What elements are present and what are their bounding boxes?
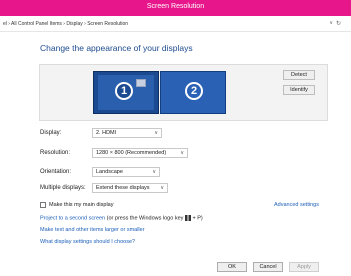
keyboard-icon xyxy=(136,79,146,87)
refresh-icon[interactable]: ↻ xyxy=(336,20,341,27)
identify-button[interactable]: Identify xyxy=(283,85,315,95)
monitor-2-number: 2 xyxy=(185,82,203,100)
main-display-label[interactable]: Make this my main display xyxy=(49,202,114,208)
breadcrumb[interactable]: el › All Control Panel Items › Display ›… xyxy=(3,21,128,27)
help-link[interactable]: What display settings should I choose? xyxy=(40,239,135,245)
multiple-displays-value: Extend these displays xyxy=(96,185,150,191)
chevron-down-icon: ∨ xyxy=(160,185,164,191)
orientation-value: Landscape xyxy=(96,169,123,175)
project-link[interactable]: Project to a second screen xyxy=(40,215,105,221)
cancel-button[interactable]: Cancel xyxy=(253,262,283,272)
display-select[interactable]: 2. HDMI ∨ xyxy=(92,128,162,138)
multiple-displays-label: Multiple displays: xyxy=(40,185,86,191)
resolution-value: 1280 × 800 (Recommended) xyxy=(96,150,167,156)
project-note-start: (or press the Windows logo key xyxy=(105,215,185,222)
address-bar[interactable]: el › All Control Panel Items › Display ›… xyxy=(0,18,351,32)
resolution-label: Resolution: xyxy=(40,150,71,156)
project-note-end: + P) xyxy=(190,215,203,222)
windows-logo-icon xyxy=(184,215,191,221)
orientation-select[interactable]: Landscape ∨ xyxy=(92,167,160,177)
monitor-1-number: 1 xyxy=(115,82,133,100)
monitor-1-number-text: 1 xyxy=(117,84,131,98)
chevron-down-icon: ∨ xyxy=(152,169,156,175)
multiple-displays-select[interactable]: Extend these displays ∨ xyxy=(92,183,168,193)
display-value: 2. HDMI xyxy=(96,130,117,136)
window-title: Screen Resolution xyxy=(146,3,205,10)
ok-button[interactable]: OK xyxy=(217,262,247,272)
address-dropdown-icon[interactable]: ∨ xyxy=(329,20,333,26)
main-display-checkbox[interactable] xyxy=(40,202,46,208)
title-bar: Screen Resolution xyxy=(0,0,351,16)
display-label: Display: xyxy=(40,130,62,136)
apply-button[interactable]: Apply xyxy=(289,262,319,272)
detect-button[interactable]: Detect xyxy=(283,70,315,80)
text-size-link[interactable]: Make text and other items larger or smal… xyxy=(40,227,145,233)
monitor-2-number-text: 2 xyxy=(187,84,201,98)
resolution-select[interactable]: 1280 × 800 (Recommended) ∨ xyxy=(92,148,188,158)
page-title: Change the appearance of your displays xyxy=(40,43,193,53)
advanced-settings-link[interactable]: Advanced settings xyxy=(274,202,319,208)
project-row: Project to a second screen (or press the… xyxy=(40,215,203,221)
chevron-down-icon: ∨ xyxy=(180,150,184,156)
chevron-down-icon: ∨ xyxy=(154,130,158,136)
orientation-label: Orientation: xyxy=(40,169,72,175)
